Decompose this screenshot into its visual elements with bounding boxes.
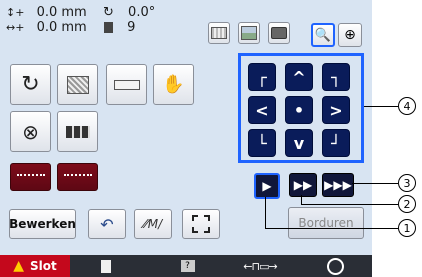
rotate-button[interactable]: ↻	[10, 64, 51, 105]
status-horizontal-row: ↕+ 0.0 mm	[6, 6, 87, 20]
status-horizontal-value: 0.0 mm	[36, 5, 87, 20]
zoom-preview-button[interactable]: 🔍	[311, 23, 335, 47]
arrow-down-right-icon: ┘	[331, 133, 341, 153]
help-icon: ?	[180, 260, 195, 272]
center-dot-icon: •	[293, 100, 305, 120]
arrow-left-icon: <	[255, 100, 269, 120]
fastest-forward-icon: ▶▶▶	[324, 178, 352, 192]
arrow-right-icon: >	[329, 100, 343, 120]
callout-4-line	[364, 106, 398, 107]
image-icon	[241, 26, 257, 40]
step-forward-faster-button[interactable]: ▶▶▶	[322, 173, 354, 197]
status-vertical-row: ↔+ 0.0 mm	[6, 21, 87, 35]
end-point-button[interactable]	[57, 163, 98, 191]
arrow-up-left-icon: ┌	[257, 67, 267, 87]
arrow-down-icon: v	[293, 133, 305, 153]
zoom-preview-icon: 🔍	[314, 27, 332, 43]
callout-1-line-h	[265, 228, 398, 229]
stitch-icon: ⁄⁄M/	[143, 217, 163, 231]
callout-2-line-v	[301, 195, 302, 204]
thread-color-button[interactable]: ⊗	[10, 111, 51, 152]
move-left-button[interactable]: <	[248, 96, 276, 124]
frame-trace-icon	[192, 215, 210, 233]
thread-spool-icon: ⊗	[22, 119, 39, 144]
color-sort-button[interactable]	[57, 111, 98, 152]
mirror-icon	[66, 75, 89, 94]
warning-icon: ▲	[13, 258, 25, 274]
callout-2: 2	[398, 195, 416, 213]
size-icon	[113, 79, 140, 90]
status-colors-row: 9	[104, 21, 135, 35]
embroidery-screen: ↕+ 0.0 mm ↔+ 0.0 mm ↻ 0.0° 9 🔍 ⊕ ↻ ✋ ⊗ ┌…	[0, 0, 422, 277]
size-button[interactable]	[106, 64, 147, 105]
fast-forward-icon: ▶▶	[293, 178, 313, 192]
center-button[interactable]: •	[285, 96, 313, 124]
undo-icon: ↶	[100, 214, 114, 234]
status-colors-value: 9	[127, 20, 136, 35]
camera-icon	[271, 27, 287, 39]
status-angle-row: ↻ 0.0°	[103, 6, 155, 20]
start-point-button[interactable]	[10, 163, 51, 191]
tab-slot[interactable]: ▲ Slot	[0, 255, 70, 277]
move-down-button[interactable]: v	[285, 129, 313, 157]
move-up-right-button[interactable]: ┐	[322, 63, 350, 91]
rotate-angle-icon: ↻	[103, 5, 114, 20]
rotate-icon: ↻	[21, 72, 40, 97]
callout-3: 3	[398, 174, 416, 192]
presser-foot-icon: ←⊓▭→	[243, 259, 277, 273]
pattern-view-button[interactable]	[208, 22, 230, 44]
move-right-button[interactable]: >	[322, 96, 350, 124]
end-point-icon	[63, 174, 92, 180]
move-up-left-button[interactable]: ┌	[248, 63, 276, 91]
callout-1: 1	[398, 219, 416, 237]
bottom-tab-bar: ▲ Slot ? ←⊓▭→	[0, 255, 372, 277]
move-down-right-button[interactable]: ┘	[322, 129, 350, 157]
status-vertical-value: 0.0 mm	[36, 20, 87, 35]
zoom-in-button[interactable]: ⊕	[338, 23, 362, 47]
edit-button[interactable]: Bewerken	[9, 209, 76, 239]
status-angle-value: 0.0°	[128, 5, 156, 20]
move-vertical-icon: ↔+	[6, 21, 25, 34]
callout-2-line-h	[301, 204, 398, 205]
start-point-icon	[16, 174, 45, 180]
document-icon	[100, 259, 111, 273]
step-forward-single-button[interactable]: ▶	[254, 173, 280, 199]
hand-icon: ✋	[162, 74, 185, 95]
play-icon: ▶	[262, 179, 272, 193]
lcd-display: ↕+ 0.0 mm ↔+ 0.0 mm ↻ 0.0° 9 🔍 ⊕ ↻ ✋ ⊗ ┌…	[0, 0, 372, 277]
move-up-button[interactable]: ^	[285, 63, 313, 91]
camera-button[interactable]	[268, 22, 290, 44]
callout-3-line	[352, 183, 398, 184]
undo-button[interactable]: ↶	[88, 209, 126, 239]
clock-icon	[326, 257, 344, 275]
thread-spool-icon	[104, 22, 113, 33]
color-blocks-icon	[65, 125, 90, 138]
callout-1-line-v	[265, 197, 266, 228]
tab-clock[interactable]	[305, 255, 365, 277]
tab-slot-label: Slot	[30, 259, 57, 273]
callout-4: 4	[398, 97, 416, 115]
tab-document[interactable]	[78, 255, 133, 277]
tab-help[interactable]: ?	[160, 255, 215, 277]
zoom-in-icon: ⊕	[344, 27, 356, 43]
arrow-up-right-icon: ┐	[331, 67, 341, 87]
embroider-button[interactable]: Borduren	[288, 207, 364, 239]
step-forward-fast-button[interactable]: ▶▶	[289, 173, 317, 197]
tab-presser-foot[interactable]: ←⊓▭→	[230, 255, 290, 277]
arrow-up-icon: ^	[292, 67, 306, 87]
arrow-down-left-icon: └	[257, 133, 267, 153]
stitch-density-button[interactable]: ⁄⁄M/	[134, 209, 172, 239]
mirror-button[interactable]	[57, 64, 98, 105]
hand-move-button[interactable]: ✋	[153, 64, 194, 105]
move-down-left-button[interactable]: └	[248, 129, 276, 157]
move-horizontal-icon: ↕+	[6, 6, 25, 19]
pattern-grid-icon	[211, 27, 227, 39]
image-button[interactable]	[238, 22, 260, 44]
frame-trace-button[interactable]	[182, 209, 220, 239]
